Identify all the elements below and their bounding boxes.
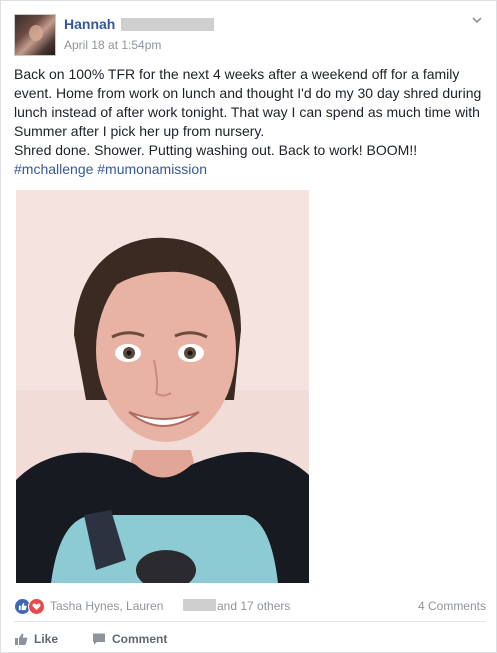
like-label: Like [34,632,59,646]
comment-label: Comment [112,632,168,646]
redacted-surname [121,18,214,31]
avatar[interactable] [14,14,56,56]
post-text-paragraph-1: Back on 100% TFR for the next 4 weeks af… [14,66,482,139]
post-photo[interactable] [16,190,309,583]
heart-icon[interactable] [28,598,45,615]
divider [14,621,486,622]
comment-icon [92,632,106,646]
reactor-others[interactable]: and 17 others [217,599,290,613]
post-card: Hannah April 18 at 1:54pm Back on 100% T… [0,0,497,653]
post-timestamp[interactable]: April 18 at 1:54pm [64,38,161,52]
action-bar: Like Comment [14,630,486,650]
selfie-image [16,190,309,583]
author-name[interactable]: Hannah [64,16,115,32]
reactor-names[interactable]: Tasha Hynes, Lauren [50,599,163,613]
chevron-down-icon[interactable] [470,14,484,28]
reactions-bar: Tasha Hynes, Lauren and 17 others 4 Comm… [14,597,486,615]
post-body: Back on 100% TFR for the next 4 weeks af… [14,65,486,179]
post-text-paragraph-2: Shred done. Shower. Putting washing out.… [14,142,418,158]
thumbs-up-icon [14,632,28,646]
post-hashtags[interactable]: #mchallenge #mumonamission [14,160,486,179]
comments-count[interactable]: 4 Comments [418,599,486,613]
post-header: Hannah April 18 at 1:54pm [14,14,484,56]
like-button[interactable]: Like [14,632,58,646]
redacted-reactor-surname [183,599,216,611]
comment-button[interactable]: Comment [92,632,167,646]
